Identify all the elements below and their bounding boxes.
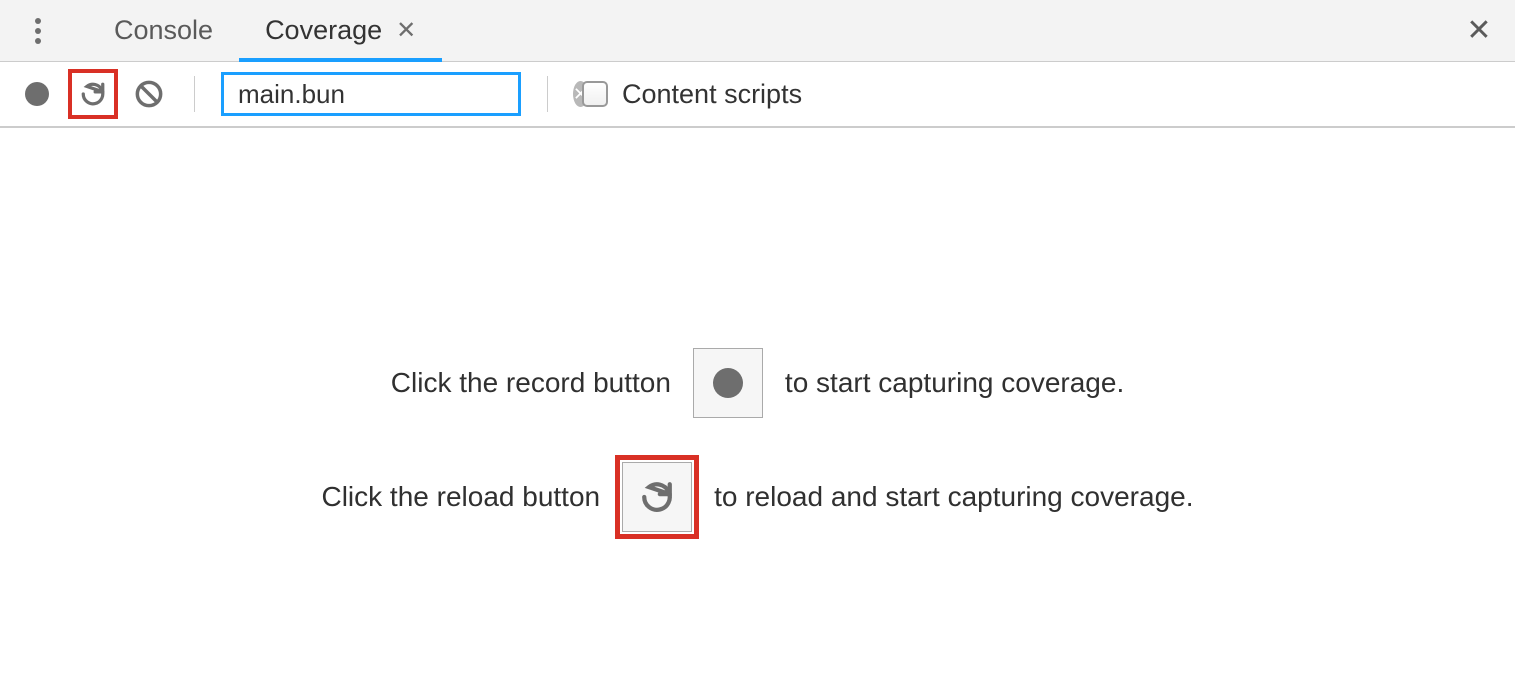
content-scripts-toggle[interactable]: Content scripts (582, 79, 802, 110)
inline-reload-button[interactable] (622, 462, 692, 532)
hint-text: Click the reload button (321, 481, 600, 513)
ban-icon (135, 80, 163, 108)
hint-text: Click the record button (391, 367, 671, 399)
url-filter-input[interactable] (238, 79, 573, 110)
hint-reload: Click the reload button to reload and st… (321, 462, 1193, 532)
record-icon (25, 82, 49, 106)
record-button[interactable] (18, 75, 56, 113)
clear-button[interactable] (130, 75, 168, 113)
reload-button[interactable] (74, 75, 112, 113)
coverage-toolbar: ✕ Content scripts (0, 62, 1515, 128)
checkbox-icon (582, 81, 608, 107)
close-icon[interactable]: ✕ (396, 16, 416, 45)
content-scripts-label: Content scripts (622, 79, 802, 110)
reload-icon (80, 81, 106, 107)
reload-icon (640, 480, 674, 514)
toolbar-divider (194, 76, 195, 112)
hint-text: to reload and start capturing coverage. (714, 481, 1193, 513)
close-drawer-icon[interactable]: ✕ (1455, 7, 1503, 55)
coverage-empty-state: Click the record button to start capturi… (0, 128, 1515, 532)
tab-coverage[interactable]: Coverage ✕ (239, 0, 442, 61)
inline-record-button[interactable] (693, 348, 763, 418)
tab-console-label: Console (114, 15, 213, 46)
hint-record: Click the record button to start capturi… (391, 348, 1124, 418)
tab-coverage-label: Coverage (265, 15, 382, 46)
tab-console[interactable]: Console (88, 0, 239, 61)
url-filter[interactable]: ✕ (221, 72, 521, 116)
hint-text: to start capturing coverage. (785, 367, 1124, 399)
record-icon (713, 368, 743, 398)
drawer-tabbar: Console Coverage ✕ ✕ (0, 0, 1515, 62)
highlighted-reload (68, 69, 118, 119)
toolbar-divider (547, 76, 548, 112)
more-tabs-icon[interactable] (18, 11, 58, 51)
